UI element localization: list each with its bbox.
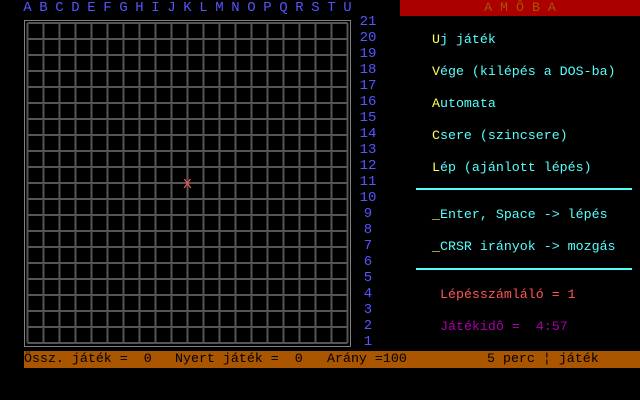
row-label: 9 xyxy=(363,206,373,222)
menu-hotkey: C xyxy=(432,128,440,143)
menu-hotkey: V xyxy=(432,64,440,79)
column-label: F xyxy=(103,0,112,16)
menu-label: ége (kilépés a DOS-ba) xyxy=(439,64,616,79)
column-label: I xyxy=(151,0,160,16)
help-text: CRSR irányok -> mozgás xyxy=(439,239,616,254)
menu-label: utomata xyxy=(439,96,496,111)
column-label: D xyxy=(71,0,80,16)
row-label: 1 xyxy=(363,334,373,350)
help-text: Enter, Space -> lépés xyxy=(439,207,608,222)
row-label: 8 xyxy=(363,222,373,238)
help-prefix: _ xyxy=(432,207,440,222)
column-label: E xyxy=(87,0,96,16)
menu-hotkey: L xyxy=(432,160,440,175)
menu-item[interactable]: Vége (kilépés a DOS-ba) xyxy=(432,64,616,80)
column-label: O xyxy=(247,0,256,16)
column-label: H xyxy=(135,0,144,16)
won-games: Nyert játék = 0 xyxy=(175,351,303,366)
column-label: P xyxy=(263,0,272,16)
menu-item[interactable]: Automata xyxy=(432,96,496,112)
row-label: 16 xyxy=(359,94,377,110)
status-bar: Össz. játék = 0 Nyert játék = 0 Arány =1… xyxy=(24,351,640,368)
win-ratio: Arány =100 xyxy=(327,351,407,366)
row-label: 2 xyxy=(363,318,373,334)
column-label: U xyxy=(343,0,352,16)
column-label: C xyxy=(55,0,64,16)
row-label: 18 xyxy=(359,62,377,78)
row-label: 13 xyxy=(359,142,377,158)
divider xyxy=(416,188,632,190)
row-label: 17 xyxy=(359,78,377,94)
column-label: A xyxy=(23,0,32,16)
row-label: 14 xyxy=(359,126,377,142)
column-label: Q xyxy=(279,0,288,16)
column-label: S xyxy=(311,0,320,16)
column-label: G xyxy=(119,0,128,16)
app-title: A M Ô B A xyxy=(400,0,640,16)
row-label: 15 xyxy=(359,110,377,126)
menu-label: j játék xyxy=(439,32,496,47)
piece-x: X xyxy=(183,177,192,193)
row-label: 12 xyxy=(359,158,377,174)
column-label: N xyxy=(231,0,240,16)
game-time: Játékidô = 4:57 xyxy=(440,319,568,334)
menu-hotkey: U xyxy=(432,32,440,47)
row-label: 7 xyxy=(363,238,373,254)
row-label: 11 xyxy=(359,174,377,190)
move-counter: Lépésszámláló = 1 xyxy=(440,287,576,302)
column-label: T xyxy=(327,0,336,16)
column-label: B xyxy=(39,0,48,16)
row-label: 20 xyxy=(359,30,377,46)
help-line: _CRSR irányok -> mozgás xyxy=(432,239,616,255)
menu-item[interactable]: Lép (ajánlott lépés) xyxy=(432,160,592,176)
divider xyxy=(416,268,632,270)
column-label: R xyxy=(295,0,304,16)
game-mode: 5 perc ¦ játék xyxy=(487,351,599,366)
menu-label: sere (szincsere) xyxy=(439,128,568,143)
row-label: 6 xyxy=(363,254,373,270)
row-label: 21 xyxy=(359,14,377,30)
total-games: Össz. játék = 0 xyxy=(24,351,152,366)
help-prefix: _ xyxy=(432,239,440,254)
row-label: 3 xyxy=(363,302,373,318)
row-label: 5 xyxy=(363,270,373,286)
menu-item[interactable]: Uj játék xyxy=(432,32,496,48)
column-label: L xyxy=(199,0,208,16)
game-board[interactable]: X xyxy=(0,0,400,350)
menu-label: ép (ajánlott lépés) xyxy=(439,160,592,175)
column-label: M xyxy=(215,0,224,16)
menu-hotkey: A xyxy=(432,96,440,111)
row-label: 4 xyxy=(363,286,373,302)
column-label: K xyxy=(183,0,192,16)
row-label: 19 xyxy=(359,46,377,62)
help-line: _Enter, Space -> lépés xyxy=(432,207,608,223)
column-label: J xyxy=(167,0,176,16)
row-label: 10 xyxy=(359,190,377,206)
menu-item[interactable]: Csere (szincsere) xyxy=(432,128,568,144)
